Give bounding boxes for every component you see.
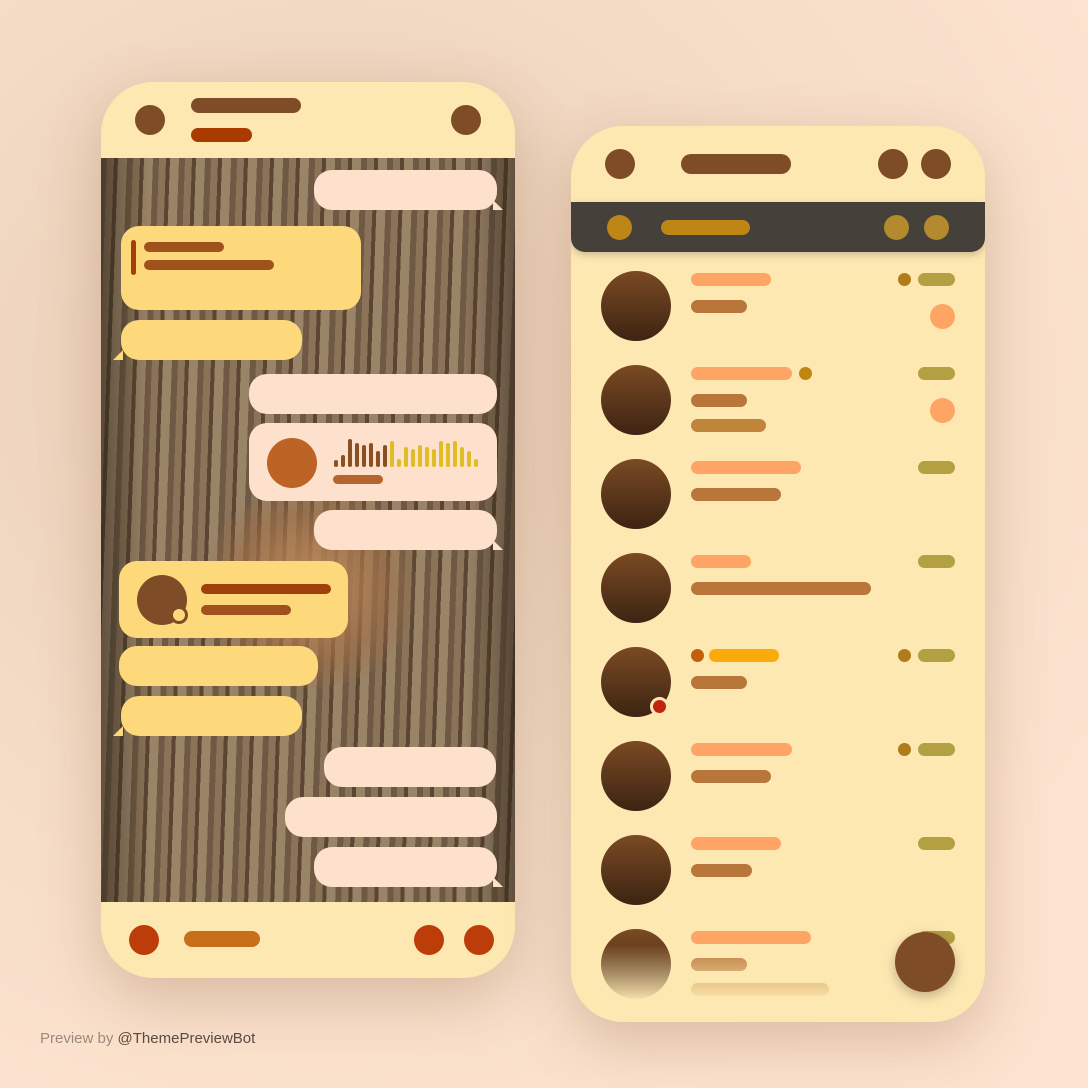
play-icon[interactable] xyxy=(267,438,317,488)
incoming-message xyxy=(249,374,497,414)
search-icon[interactable] xyxy=(921,149,951,179)
preview-credit: Preview by @ThemePreviewBot xyxy=(40,1030,255,1047)
waveform-bar xyxy=(404,447,408,467)
back-icon[interactable] xyxy=(135,105,165,135)
waveform-bar xyxy=(432,449,436,467)
chat-list-item[interactable] xyxy=(571,447,985,541)
waveform-bar xyxy=(446,443,450,467)
timestamp-placeholder xyxy=(918,555,955,568)
chat-list-item[interactable] xyxy=(571,541,985,635)
avatar xyxy=(601,553,671,623)
incoming-message xyxy=(314,510,503,550)
voice-message xyxy=(249,423,497,501)
message-preview-placeholder xyxy=(691,582,871,595)
waveform-bar xyxy=(348,439,352,467)
chat-name-placeholder xyxy=(691,931,811,944)
avatar xyxy=(601,459,671,529)
avatar[interactable] xyxy=(451,105,481,135)
waveform-bar xyxy=(362,445,366,467)
chat-screen-preview xyxy=(101,82,515,978)
chat-name-placeholder xyxy=(709,649,779,662)
timestamp-placeholder xyxy=(918,461,955,474)
waveform-bar xyxy=(474,459,478,467)
waveform-bar xyxy=(425,447,429,467)
reply-message xyxy=(121,226,361,310)
avatar xyxy=(601,929,671,999)
timestamp-placeholder xyxy=(918,367,955,380)
chat-name-placeholder xyxy=(691,743,792,756)
waveform-bar xyxy=(418,445,422,467)
waveform xyxy=(334,439,484,467)
pinned-bar[interactable] xyxy=(571,202,985,252)
incoming-message xyxy=(314,847,503,887)
app-title-placeholder xyxy=(681,154,791,174)
chat-list-item[interactable] xyxy=(571,729,985,823)
chat-name-placeholder xyxy=(691,837,781,850)
waveform-bar xyxy=(355,443,359,467)
waveform-bar xyxy=(460,447,464,467)
lock-icon[interactable] xyxy=(878,149,908,179)
timestamp-placeholder xyxy=(918,273,955,286)
microphone-icon[interactable] xyxy=(464,925,494,955)
waveform-bar xyxy=(369,443,373,467)
chat-list-item[interactable] xyxy=(571,635,985,729)
chat-list-item[interactable] xyxy=(571,259,985,353)
chat-list-item[interactable] xyxy=(571,823,985,917)
contact-message xyxy=(119,561,348,638)
timestamp-placeholder xyxy=(918,649,955,662)
message-preview-placeholder xyxy=(691,419,766,432)
incoming-message xyxy=(324,747,496,787)
unread-badge xyxy=(930,304,955,329)
outgoing-message xyxy=(113,696,302,736)
avatar xyxy=(601,365,671,435)
waveform-bar xyxy=(334,460,338,467)
timestamp-placeholder xyxy=(918,743,955,756)
avatar xyxy=(601,271,671,341)
menu-icon[interactable] xyxy=(605,149,635,179)
outgoing-message xyxy=(119,646,318,686)
chat-name-placeholder xyxy=(691,555,751,568)
message-preview-placeholder xyxy=(691,770,771,783)
incoming-message xyxy=(314,170,503,210)
waveform-bar xyxy=(341,455,345,467)
waveform-bar xyxy=(453,441,457,467)
attach-icon[interactable] xyxy=(129,925,159,955)
message-input[interactable] xyxy=(184,931,260,947)
message-preview-placeholder xyxy=(691,676,747,689)
avatar xyxy=(601,741,671,811)
message-preview-placeholder xyxy=(691,958,747,971)
waveform-bar xyxy=(383,445,387,467)
message-preview-placeholder xyxy=(691,983,829,996)
avatar xyxy=(601,835,671,905)
waveform-bar xyxy=(439,441,443,467)
chat-list-preview xyxy=(571,126,985,1022)
chat-name-placeholder xyxy=(691,367,792,380)
outgoing-message xyxy=(113,320,302,360)
message-preview-placeholder xyxy=(691,394,747,407)
message-preview-placeholder xyxy=(691,300,747,313)
message-preview-placeholder xyxy=(691,864,752,877)
waveform-bar xyxy=(390,441,394,467)
waveform-bar xyxy=(411,449,415,467)
waveform-bar xyxy=(467,451,471,467)
unread-badge xyxy=(930,398,955,423)
chat-status-placeholder xyxy=(191,128,252,142)
credit-prefix: Preview by xyxy=(40,1030,114,1047)
chat-name-placeholder xyxy=(691,273,771,286)
chat-name-placeholder xyxy=(691,461,801,474)
chat-title-placeholder xyxy=(191,98,301,113)
message-preview-placeholder xyxy=(691,488,781,501)
waveform-bar xyxy=(397,459,401,467)
incoming-message xyxy=(285,797,497,837)
online-indicator xyxy=(650,697,669,716)
chat-list-item[interactable] xyxy=(571,353,985,447)
emoji-icon[interactable] xyxy=(414,925,444,955)
credit-handle: @ThemePreviewBot xyxy=(117,1030,256,1047)
chat-list xyxy=(571,259,985,1022)
waveform-bar xyxy=(376,451,380,467)
compose-button[interactable] xyxy=(895,932,955,992)
timestamp-placeholder xyxy=(918,837,955,850)
duration-placeholder xyxy=(333,475,383,484)
